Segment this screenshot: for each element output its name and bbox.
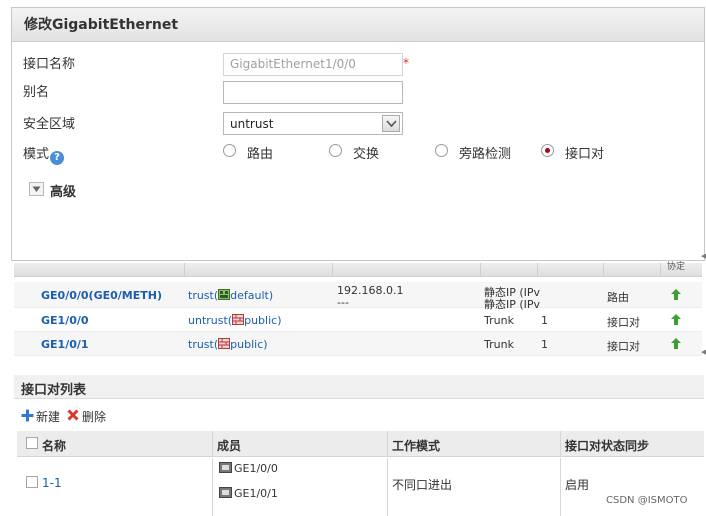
- vsys-link[interactable]: public): [230, 338, 267, 351]
- interface-table: 协定 GE0/0/0(GE0/METH) trust(default) 192.…: [14, 262, 702, 356]
- edit-interface-dialog: 修改GigabitEthernet 接口名称 GigabitEthernet1/…: [11, 7, 705, 261]
- zone-icon: [232, 314, 245, 325]
- zone-link[interactable]: trust(: [188, 289, 218, 302]
- delete-icon: [67, 409, 79, 421]
- zone-cell: untrust( public): [188, 314, 281, 327]
- header-cut-text: 协定: [667, 262, 686, 272]
- dialog-header: 修改GigabitEthernet: [12, 8, 704, 42]
- status-up-icon: [671, 314, 681, 325]
- interface-name-field: GigabitEthernet1/0/0: [223, 53, 403, 76]
- alias-label: 别名: [23, 85, 50, 100]
- ip-type: Trunk: [484, 314, 514, 327]
- work-mode-cell: 不同口进出: [392, 478, 453, 492]
- status-sync-cell: 启用: [565, 478, 590, 492]
- table-row[interactable]: GE1/0/1 trust( public) Trunk 1 接口对: [14, 332, 702, 356]
- mode-cell: 接口对: [607, 316, 640, 329]
- security-zone-select[interactable]: untrust: [223, 112, 403, 135]
- table-row[interactable]: 1-1 GE1/0/0 GE1/0/1 不同口进出 启用: [17, 458, 704, 516]
- mode-cell: 接口对: [607, 340, 640, 353]
- member-item: GE1/0/0: [219, 462, 278, 475]
- ip-type: Trunk: [484, 338, 514, 351]
- interface-pair-list: 接口对列表 新建 删除 名称 成员 工作模式 接口对状态同步 1-1 GE1/0…: [14, 375, 704, 516]
- status-up-icon: [671, 338, 681, 349]
- security-zone-label: 安全区域: [23, 117, 76, 132]
- column-header-name: 名称: [42, 439, 67, 453]
- security-zone-value: untrust: [230, 117, 274, 131]
- vlan-cell: 1: [541, 314, 548, 327]
- zone-icon: [218, 338, 231, 349]
- column-header-work-mode: 工作模式: [392, 439, 441, 453]
- expand-toggle-icon[interactable]: [29, 182, 44, 196]
- add-icon: [21, 409, 34, 422]
- scroll-arrow-icon: ◀: [701, 348, 706, 356]
- interface-table-header: 协定: [14, 262, 702, 277]
- radio-label: 交换: [353, 147, 380, 162]
- member-item: GE1/0/1: [219, 487, 278, 500]
- zone-cell: trust( public): [188, 338, 268, 351]
- pair-name-link[interactable]: 1-1: [42, 476, 62, 490]
- column-header-status-sync: 接口对状态同步: [565, 439, 650, 453]
- zone-cell: trust( default): [188, 289, 273, 302]
- radio-button[interactable]: [435, 144, 448, 157]
- member-label: GE1/0/0: [234, 462, 278, 475]
- pair-list-title-bar: 接口对列表: [14, 375, 704, 399]
- interface-name-link[interactable]: GE1/0/0: [41, 314, 89, 327]
- advanced-section-label[interactable]: 高级: [50, 181, 76, 200]
- mode-cell: 路由: [607, 291, 629, 304]
- zone-link[interactable]: untrust(: [188, 314, 232, 327]
- alias-input[interactable]: [223, 81, 403, 104]
- required-mark: *: [403, 56, 409, 70]
- help-icon[interactable]: ?: [50, 151, 65, 165]
- mode-label-text: 模式: [23, 147, 50, 162]
- radio-button[interactable]: [223, 144, 236, 157]
- interface-name-link[interactable]: GE0/0/0(GE0/METH): [41, 289, 162, 302]
- delete-button-label: 删除: [82, 410, 107, 424]
- interface-name-link[interactable]: GE1/0/1: [41, 338, 89, 351]
- zone-icon: [218, 289, 231, 300]
- radio-button-checked[interactable]: [541, 144, 554, 157]
- pair-list-title: 接口对列表: [21, 383, 87, 398]
- table-row[interactable]: GE0/0/0(GE0/METH) trust(default) 192.168…: [14, 282, 702, 311]
- vsys-link[interactable]: public): [244, 314, 281, 327]
- column-header-members: 成员: [217, 439, 242, 453]
- port-icon: [219, 487, 232, 498]
- vlan-cell: 1: [541, 338, 548, 351]
- vsys-link[interactable]: default): [230, 289, 273, 302]
- status-up-icon: [671, 289, 681, 300]
- interface-name-label: 接口名称: [23, 57, 76, 72]
- dropdown-arrow-icon[interactable]: [382, 115, 400, 132]
- table-row[interactable]: GE1/0/0 untrust( public) Trunk 1 接口对: [14, 308, 702, 332]
- select-all-checkbox[interactable]: [26, 437, 38, 449]
- radio-button[interactable]: [329, 144, 342, 157]
- zone-link[interactable]: trust(: [188, 338, 218, 351]
- radio-label: 旁路检测: [459, 147, 512, 162]
- scroll-arrow-icon: ◀: [701, 252, 706, 260]
- member-label: GE1/0/1: [234, 487, 278, 500]
- watermark: CSDN @ISMOTO: [606, 495, 688, 506]
- mode-label: 模式?: [23, 143, 65, 165]
- new-button-label: 新建: [36, 410, 61, 424]
- pair-grid-header: 名称 成员 工作模式 接口对状态同步: [17, 431, 704, 457]
- dialog-title: 修改GigabitEthernet: [24, 17, 179, 33]
- port-icon: [219, 462, 232, 473]
- radio-label: 路由: [247, 147, 274, 162]
- row-checkbox[interactable]: [26, 476, 38, 488]
- radio-label: 接口对: [565, 147, 605, 162]
